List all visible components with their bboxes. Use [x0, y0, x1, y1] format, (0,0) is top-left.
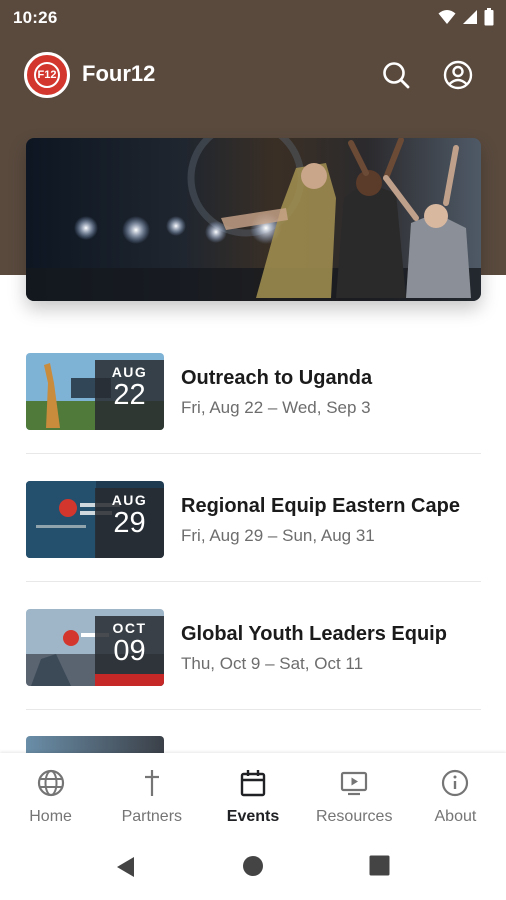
event-dates: Fri, Aug 22 – Wed, Sep 3 — [181, 398, 371, 417]
signal-icon — [463, 10, 477, 24]
event-month: AUG — [111, 492, 148, 508]
event-title: Global Youth Leaders Equip — [181, 623, 447, 645]
search-icon — [383, 62, 410, 89]
status-icons — [438, 8, 494, 26]
event-item-uganda[interactable]: AUG 22 Outreach to Uganda Fri, Aug 22 – … — [26, 326, 481, 454]
event-thumbnail: AUG 29 — [26, 481, 164, 558]
nav-events[interactable]: Events — [202, 753, 303, 833]
event-title: Outreach to Uganda — [181, 367, 373, 389]
event-dates: Thu, Oct 9 – Sat, Oct 11 — [181, 654, 364, 673]
event-day: 09 — [113, 635, 146, 667]
globe-icon — [37, 769, 64, 797]
event-thumbnail: AUG 22 — [26, 353, 164, 430]
nav-resources[interactable]: Resources — [304, 753, 405, 833]
nav-resources-label: Resources — [315, 808, 393, 825]
app-bar: F12 Four12 — [0, 50, 506, 100]
event-date-strip — [95, 674, 164, 686]
hero-banner[interactable] — [26, 138, 481, 301]
event-list: AUG 22 Outreach to Uganda Fri, Aug 22 – … — [26, 326, 481, 710]
logo-mark: F12 — [34, 62, 60, 88]
event-day: 29 — [113, 507, 146, 539]
event-title: Regional Equip Eastern Cape — [181, 495, 460, 517]
status-time: 10:26 — [13, 8, 58, 27]
nav-about[interactable]: About — [405, 753, 506, 833]
event-month: OCT — [112, 620, 147, 636]
event-day: 22 — [113, 379, 146, 411]
event-item-regional-equip[interactable]: AUG 29 Regional Equip Eastern Cape Fri, … — [26, 454, 481, 582]
video-icon — [341, 771, 368, 796]
info-icon — [442, 769, 469, 797]
event-dates: Fri, Aug 29 – Sun, Aug 31 — [181, 526, 375, 545]
event-month: AUG — [111, 364, 148, 380]
recents-icon[interactable] — [369, 855, 390, 876]
home-circle-icon[interactable] — [242, 855, 264, 877]
nav-partners[interactable]: Partners — [101, 753, 202, 833]
nav-events-label: Events — [226, 808, 280, 825]
app-title: Four12 — [82, 61, 156, 86]
hero-image — [26, 138, 481, 301]
nav-about-label: About — [434, 808, 477, 825]
account-button[interactable] — [440, 57, 476, 93]
nav-home[interactable]: Home — [0, 753, 101, 833]
search-button[interactable] — [378, 57, 414, 93]
nav-partners-label: Partners — [121, 808, 183, 825]
event-thumbnail: OCT 09 — [26, 609, 164, 686]
status-bar: 10:26 — [0, 0, 506, 36]
wifi-icon — [438, 10, 456, 24]
four12-logo[interactable]: F12 — [24, 52, 70, 98]
event-date-badge: OCT 09 — [95, 616, 164, 686]
back-icon[interactable] — [114, 855, 138, 879]
event-item-partial[interactable] — [26, 736, 164, 754]
account-icon — [443, 60, 473, 90]
bottom-navigation: Home Partners Events Resources About — [0, 753, 506, 833]
battery-icon — [484, 8, 494, 26]
event-date-badge: AUG 29 — [95, 488, 164, 558]
cross-icon — [144, 770, 159, 796]
calendar-icon — [240, 770, 266, 797]
event-item-global-youth[interactable]: OCT 09 Global Youth Leaders Equip Thu, O… — [26, 582, 481, 710]
event-date-badge: AUG 22 — [95, 360, 164, 430]
system-navigation-bar — [0, 833, 506, 900]
nav-home-label: Home — [29, 808, 72, 825]
